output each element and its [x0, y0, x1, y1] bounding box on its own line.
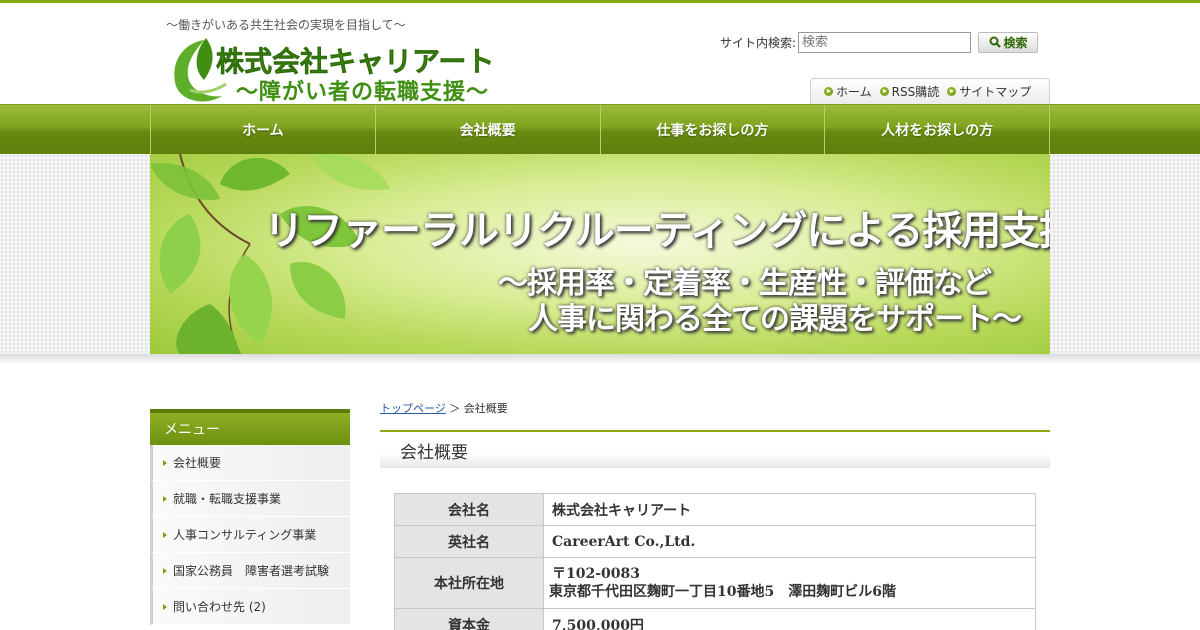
table-value-cell: CareerArt Co.,Ltd.	[543, 525, 1036, 558]
address-postal-code: 〒102-0083	[552, 566, 640, 582]
sidebar-heading: メニュー	[150, 409, 350, 445]
util-link-rss[interactable]: RSS購読	[879, 83, 940, 100]
address-street: 東京都千代田区麹町一丁目10番地5 澤田麹町ビル6階	[549, 584, 896, 600]
nav-item-employers[interactable]: 人材をお探しの方	[825, 105, 1050, 154]
arrow-bullet-icon	[824, 87, 833, 96]
util-link-home[interactable]: ホーム	[824, 83, 872, 100]
sidebar-item-label: 国家公務員 障害者選考試験	[173, 564, 330, 578]
table-row: 本社所在地 〒102-0083 東京都千代田区麹町一丁目10番地5 澤田麹町ビル…	[394, 557, 1036, 609]
triangle-bullet-icon	[163, 459, 167, 466]
triangle-bullet-icon	[163, 567, 167, 574]
hero-subtitle-line2: 人事に関わる全ての課題をサポート～	[528, 302, 1022, 337]
sidebar-item-label: 就職・転職支援事業	[173, 492, 282, 506]
table-row: 英社名 CareerArt Co.,Ltd.	[394, 525, 1036, 558]
logo-subtitle: ～障がい者の転職支援～	[236, 80, 490, 105]
triangle-bullet-icon	[163, 531, 167, 538]
sidebar-item-job-support[interactable]: 就職・転職支援事業	[150, 481, 350, 517]
util-link-label: ホーム	[836, 85, 872, 99]
hero-title: リファーラルリクルーティングによる採用支援	[264, 208, 1050, 254]
table-header-cell: 本社所在地	[394, 557, 544, 609]
triangle-bullet-icon	[163, 603, 167, 610]
table-value-cell: 株式会社キャリアート	[543, 493, 1036, 526]
top-accent-bar	[0, 0, 1200, 3]
nav-item-job-seekers[interactable]: 仕事をお探しの方	[601, 105, 826, 154]
search-button-label: 検索	[1003, 35, 1028, 50]
site-tagline: ～働きがいある共生社会の実現を目指して～	[166, 18, 406, 32]
sidebar-item-contact[interactable]: 問い合わせ先 (2)	[150, 589, 350, 625]
sidebar-menu: メニュー 会社概要 就職・転職支援事業 人事コンサルティング事業 国家公務員 障…	[150, 409, 350, 625]
table-value-cell: 〒102-0083 東京都千代田区麹町一丁目10番地5 澤田麹町ビル6階	[543, 557, 1036, 609]
magnifier-icon	[989, 36, 1001, 48]
sidebar-item-company[interactable]: 会社概要	[150, 445, 350, 481]
table-header-cell: 資本金	[394, 608, 544, 630]
table-header-cell: 会社名	[394, 493, 544, 526]
arrow-bullet-icon	[947, 87, 957, 96]
sidebar-item-civil-service-exam[interactable]: 国家公務員 障害者選考試験	[150, 553, 350, 589]
page-title: 会社概要	[380, 430, 1050, 468]
hero-banner: リファーラルリクルーティングによる採用支援 ～採用率・定着率・生産性・評価など …	[150, 154, 1050, 354]
breadcrumb-separator: ＞	[449, 402, 461, 415]
breadcrumb-current: 会社概要	[463, 402, 508, 415]
sidebar-item-label: 会社概要	[173, 456, 222, 470]
sidebar-item-hr-consulting[interactable]: 人事コンサルティング事業	[150, 517, 350, 553]
nav-item-company[interactable]: 会社概要	[376, 105, 601, 154]
breadcrumb: トップページ ＞ 会社概要	[380, 400, 508, 416]
sidebar-item-label: 問い合わせ先 (2)	[173, 600, 266, 614]
table-row: 資本金 7,500,000円	[394, 608, 1036, 630]
sidebar-item-label: 人事コンサルティング事業	[173, 528, 317, 542]
table-row: 会社名 株式会社キャリアート	[394, 493, 1036, 526]
nav-item-home[interactable]: ホーム	[151, 105, 376, 154]
site-search: サイト内検索: 検索	[720, 31, 1039, 53]
breadcrumb-home-link[interactable]: トップページ	[380, 402, 446, 415]
table-value-cell: 7,500,000円	[543, 608, 1036, 630]
util-link-sitemap[interactable]: サイトマップ	[947, 83, 1031, 100]
table-header-cell: 英社名	[394, 525, 544, 558]
search-input[interactable]	[798, 31, 972, 53]
search-label: サイト内検索:	[720, 35, 797, 50]
hero-banner-area: リファーラルリクルーティングによる採用支援 ～採用率・定着率・生産性・評価など …	[0, 154, 1200, 354]
triangle-bullet-icon	[163, 495, 167, 502]
main-nav: ホーム 会社概要 仕事をお探しの方 人材をお探しの方	[0, 104, 1200, 154]
arrow-bullet-icon	[879, 87, 889, 96]
site-logo[interactable]: 株式会社キャリアート ～障がい者の転職支援～	[170, 36, 510, 105]
search-button[interactable]: 検索	[978, 31, 1039, 53]
company-info-table: 会社名 株式会社キャリアート 英社名 CareerArt Co.,Ltd. 本社…	[394, 493, 1036, 630]
util-link-label: サイトマップ	[959, 85, 1032, 99]
hero-shadow	[0, 354, 1200, 364]
util-link-label: RSS購読	[891, 85, 940, 99]
utility-nav: ホーム RSS購読 サイトマップ	[810, 78, 1050, 104]
